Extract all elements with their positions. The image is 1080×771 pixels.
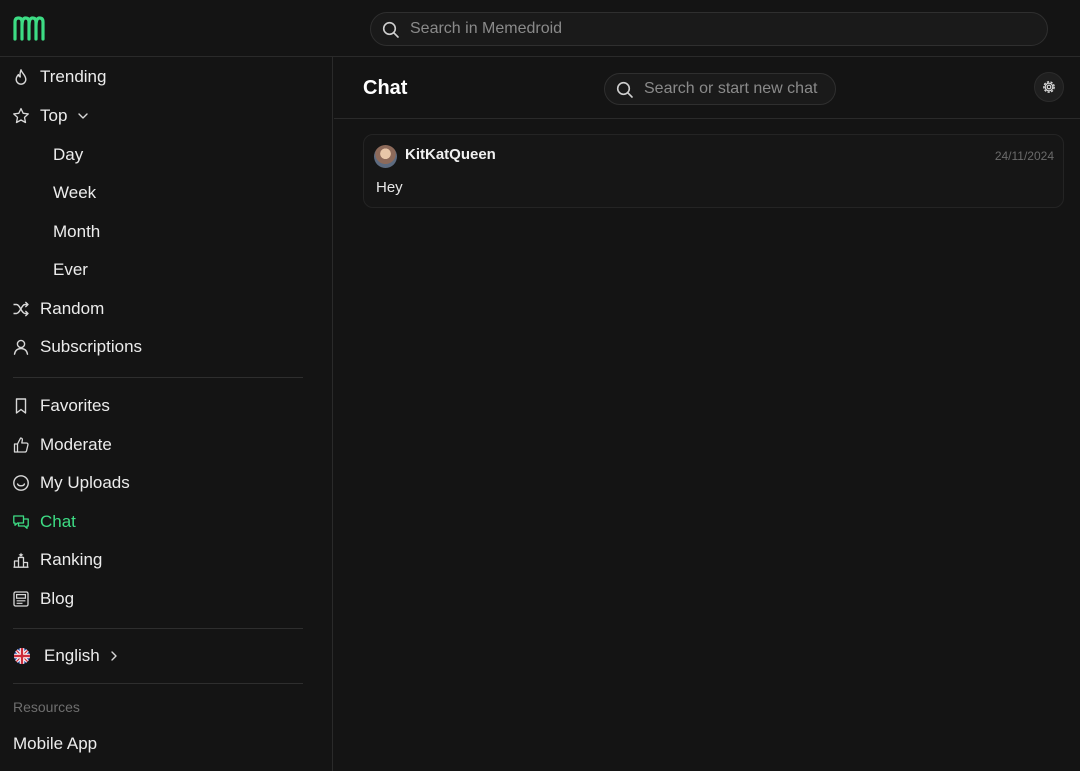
sidebar-item-moderate[interactable]: Moderate [0,427,320,463]
chevron-right-icon [111,651,117,661]
user-icon [13,339,29,355]
avatar [374,145,397,168]
uk-flag-icon [14,648,30,664]
sidebar-item-label: Favorites [40,396,110,415]
global-search-box[interactable] [370,12,1048,46]
sidebar-item-chat[interactable]: Chat [0,504,320,540]
sidebar-item-label: My Uploads [40,473,130,492]
sidebar-divider [13,683,303,684]
sidebar-item-top[interactable]: Top [0,98,320,134]
conversation-date: 24/11/2024 [994,149,1054,163]
sidebar-item-label: Moderate [40,435,112,454]
sidebar: Trending Top Day Week Month Ever Random [0,57,333,771]
page-title: Chat [363,77,408,99]
memedroid-logo-icon[interactable] [12,15,48,41]
chevron-down-icon[interactable] [77,110,89,122]
blog-icon [13,591,29,607]
sidebar-item-week[interactable]: Week [0,175,320,211]
smiley-icon [13,475,29,491]
sidebar-item-favorites[interactable]: Favorites [0,388,320,424]
chat-search-box[interactable] [604,73,836,105]
top-bar [0,0,1080,57]
sidebar-item-label: Subscriptions [40,337,143,356]
chat-settings-button[interactable] [1034,72,1064,102]
bookmark-icon [15,398,27,414]
sidebar-item-label: Ever [53,260,88,279]
sidebar-item-label: Chat [40,512,76,531]
conversation-item[interactable]: KitKatQueen 24/11/2024 Hey [363,134,1064,208]
sidebar-item-label: Blog [40,589,75,608]
chat-header: Chat [334,57,1080,119]
sidebar-item-label: Trending [40,67,107,86]
ranking-icon [13,552,29,568]
language-selector[interactable]: English [0,638,320,674]
sidebar-item-label: Month [53,222,101,241]
mobile-app-link[interactable]: Mobile App [13,734,97,754]
global-search-input[interactable] [410,13,1030,45]
star-icon [13,107,29,124]
sidebar-item-month[interactable]: Month [0,214,320,250]
sidebar-item-label: Ranking [40,550,103,569]
conversation-preview: Hey [376,179,403,196]
flame-icon [15,69,27,85]
sidebar-divider [13,377,303,378]
chat-search-input[interactable] [644,74,829,104]
thumbs-up-icon [13,437,29,453]
sidebar-item-trending[interactable]: Trending [0,59,320,95]
shuffle-icon [13,301,29,317]
sidebar-item-ranking[interactable]: Ranking [0,542,320,578]
sidebar-item-label: Day [53,145,84,164]
search-icon [382,21,399,38]
sidebar-divider [13,628,303,629]
conversation-username: KitKatQueen [405,146,496,163]
chat-panel: Chat KitKatQueen 24/11/2024 Hey [334,57,1080,771]
sidebar-item-blog[interactable]: Blog [0,581,320,617]
sidebar-item-random[interactable]: Random [0,291,320,327]
search-icon [616,81,633,98]
resources-heading: Resources [13,699,80,715]
chat-icon [13,515,29,529]
sidebar-item-day[interactable]: Day [0,137,320,173]
sidebar-item-label: Top [40,106,68,125]
sidebar-item-ever[interactable]: Ever [0,252,320,288]
gear-icon [1043,81,1055,93]
sidebar-item-label: Random [40,299,105,318]
sidebar-item-label: Week [53,183,97,202]
sidebar-item-subscriptions[interactable]: Subscriptions [0,329,320,365]
sidebar-item-my-uploads[interactable]: My Uploads [0,465,320,501]
language-label: English [44,646,100,665]
